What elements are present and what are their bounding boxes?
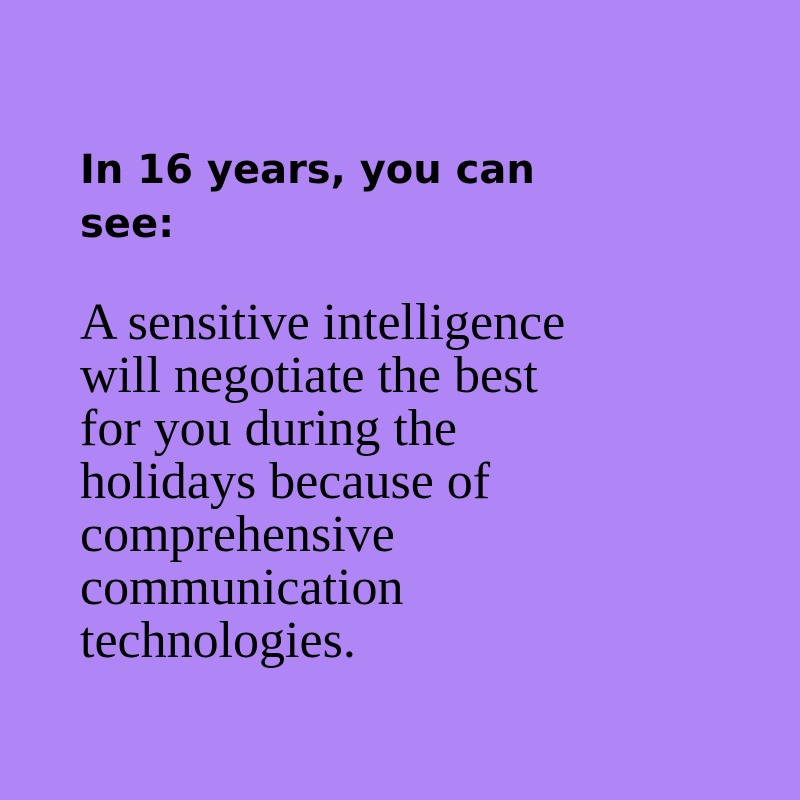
prediction-line: will negotiate the best	[80, 347, 538, 404]
prediction-line: comprehensive	[80, 506, 395, 563]
prediction-line: A sensitive intelligence	[80, 294, 566, 351]
prediction-text: A sensitive intelligence will negotiate …	[80, 296, 660, 667]
heading-line: In 16 years, you can	[80, 147, 535, 193]
prediction-line: for you during the	[80, 400, 457, 457]
prediction-line: holidays because of	[80, 453, 491, 510]
heading-line: see:	[80, 201, 175, 247]
prediction-card: In 16 years, you can see: A sensitive in…	[0, 0, 800, 800]
heading: In 16 years, you can see:	[80, 143, 680, 251]
prediction-line: technologies.	[80, 612, 356, 669]
prediction-line: communication	[80, 559, 404, 616]
